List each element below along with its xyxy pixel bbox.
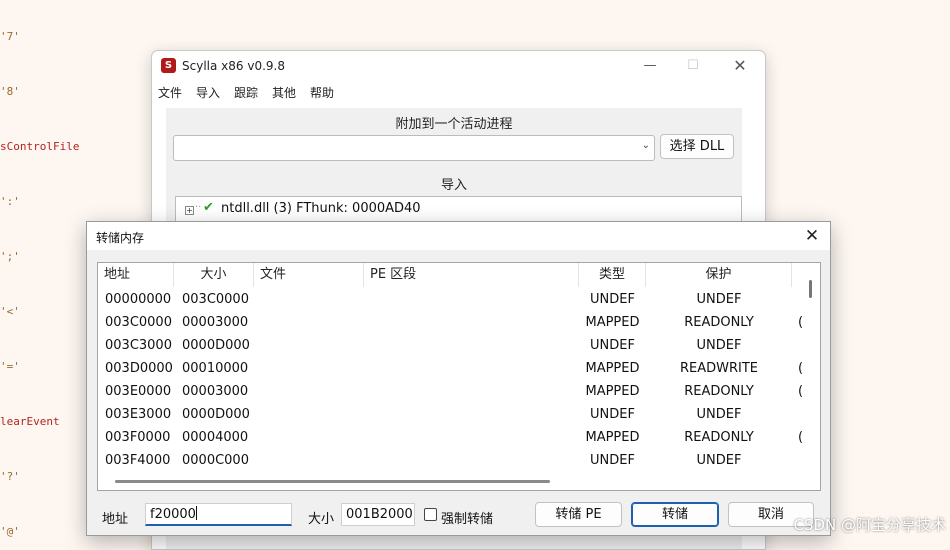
cell-address: 003C3000 [105,338,172,353]
address-input-value: f20000 [150,507,196,522]
table-row[interactable]: 003C3000 0000D000 UNDEF UNDEF [98,334,802,357]
cell-address: 003F0000 [105,430,171,445]
table-row[interactable]: 003C0000 00003000 MAPPED READONLY ( [98,311,803,334]
code-line: '8' [0,85,20,98]
column-header-pe-section[interactable]: PE 区段 [364,263,579,287]
menu-file[interactable]: 文件 [158,84,182,101]
dialog-title: 转储内存 [96,231,145,245]
code-line: '@' [0,525,20,538]
memory-region-list[interactable]: 地址 大小 文件 PE 区段 类型 保护 00000000 003C0000 U… [97,262,821,491]
column-header-protect[interactable]: 保护 [646,263,792,287]
text-caret [195,506,197,520]
address-label: 地址 [102,512,129,527]
tree-connector: ·· [195,202,202,213]
cell-protect: READONLY [684,430,754,445]
cell-protect: UNDEF [696,453,742,468]
imports-group-title: 导入 [440,178,467,193]
cell-type: UNDEF [590,292,635,307]
minimize-button[interactable]: — [635,55,665,77]
pick-dll-button[interactable]: 选择 DLL [660,134,734,159]
cell-address: 003E0000 [105,384,172,399]
list-header: 地址 大小 文件 PE 区段 类型 保护 [98,263,802,287]
dialog-close-button[interactable]: ✕ [800,224,824,248]
table-row[interactable]: 003F0000 00004000 MAPPED READONLY ( [98,426,803,449]
menu-misc[interactable]: 其他 [272,84,296,101]
scylla-app-icon: S [161,58,176,73]
cell-type: UNDEF [590,407,635,422]
column-header-size[interactable]: 大小 [174,263,254,287]
cell-type: MAPPED [585,361,640,376]
check-icon: ✔ [203,200,214,215]
force-dump-label[interactable]: 强制转储 [441,508,493,527]
vertical-scrollbar[interactable] [802,263,820,473]
column-header-address[interactable]: 地址 [98,263,174,287]
attach-process-group-title: 附加到一个活动进程 [395,117,513,132]
size-label: 大小 [308,512,335,527]
title-bar[interactable]: S Scylla x86 v0.9.8 — ☐ ✕ [152,51,765,81]
cell-protect: READONLY [684,315,754,330]
dump-button[interactable]: 转储 [631,502,719,527]
cell-size: 0000C000 [182,453,249,468]
horizontal-scrollbar[interactable] [98,472,802,490]
cell-size: 00003000 [182,384,249,399]
code-line: learEvent [0,415,60,428]
column-header-file[interactable]: 文件 [254,263,364,287]
dump-pe-button[interactable]: 转储 PE [535,502,622,527]
process-select[interactable]: ⌄ [173,135,655,161]
tree-item-label[interactable]: ntdll.dll (3) FThunk: 0000AD40 [221,201,421,216]
code-line: ':' [0,195,20,208]
cell-protect: UNDEF [696,338,742,353]
cell-address: 003E3000 [105,407,172,422]
cell-address: 003C0000 [105,315,172,330]
menu-import[interactable]: 导入 [196,84,220,101]
cell-protect: READONLY [684,384,754,399]
cell-size: 00004000 [182,430,249,445]
code-line: sControlFile [0,140,80,153]
code-line: '?' [0,470,20,483]
dialog-title-bar[interactable]: 转储内存 ✕ [87,222,830,250]
menu-bar: 文件 导入 跟踪 其他 帮助 [152,81,765,103]
cell-size: 00003000 [182,315,249,330]
cell-size: 0000D000 [182,338,250,353]
menu-trace[interactable]: 跟踪 [234,84,258,101]
close-button[interactable]: ✕ [725,55,755,77]
dump-memory-dialog: 转储内存 ✕ 地址 大小 文件 PE 区段 类型 保护 00000000 003… [86,221,831,536]
cell-address: 00000000 [105,292,172,307]
cell-type: MAPPED [585,384,640,399]
csdn-watermark: CSDN @阿宝分享技术 [793,516,946,534]
cell-type: UNDEF [590,453,635,468]
force-dump-checkbox[interactable] [424,508,437,521]
cell-protect: READWRITE [679,361,759,376]
menu-help[interactable]: 帮助 [310,84,334,101]
table-row[interactable]: 003E3000 0000D000 UNDEF UNDEF [98,403,802,426]
chevron-down-icon: ⌄ [641,140,650,151]
code-line: '7' [0,30,20,43]
code-line: ';' [0,250,20,263]
cell-type: MAPPED [585,430,640,445]
column-header-type[interactable]: 类型 [579,263,646,287]
maximize-button[interactable]: ☐ [678,55,708,77]
cell-protect: UNDEF [696,407,742,422]
size-input-value: 001B2000 [346,507,413,522]
code-line: '<' [0,305,20,318]
cell-address: 003D0000 [105,361,173,376]
expand-icon[interactable]: + [185,206,194,215]
cell-size: 003C0000 [182,292,249,307]
table-row[interactable]: 003E0000 00003000 MAPPED READONLY ( [98,380,803,403]
cell-protect: UNDEF [696,292,742,307]
horizontal-scroll-thumb[interactable] [115,480,550,483]
table-row[interactable]: 003D0000 00010000 MAPPED READWRITE ( [98,357,803,380]
code-line: '=' [0,360,20,373]
cell-size: 00010000 [182,361,249,376]
cell-type: UNDEF [590,338,635,353]
window-title: Scylla x86 v0.9.8 [182,59,285,73]
size-input[interactable]: 001B2000 [341,503,415,526]
table-row[interactable]: 00000000 003C0000 UNDEF UNDEF [98,288,802,311]
table-row[interactable]: 003F4000 0000C000 UNDEF UNDEF [98,449,802,472]
address-input[interactable]: f20000 [145,503,292,526]
vertical-scroll-thumb[interactable] [809,280,812,298]
cell-address: 003F4000 [105,453,171,468]
cell-type: MAPPED [585,315,640,330]
cell-size: 0000D000 [182,407,250,422]
